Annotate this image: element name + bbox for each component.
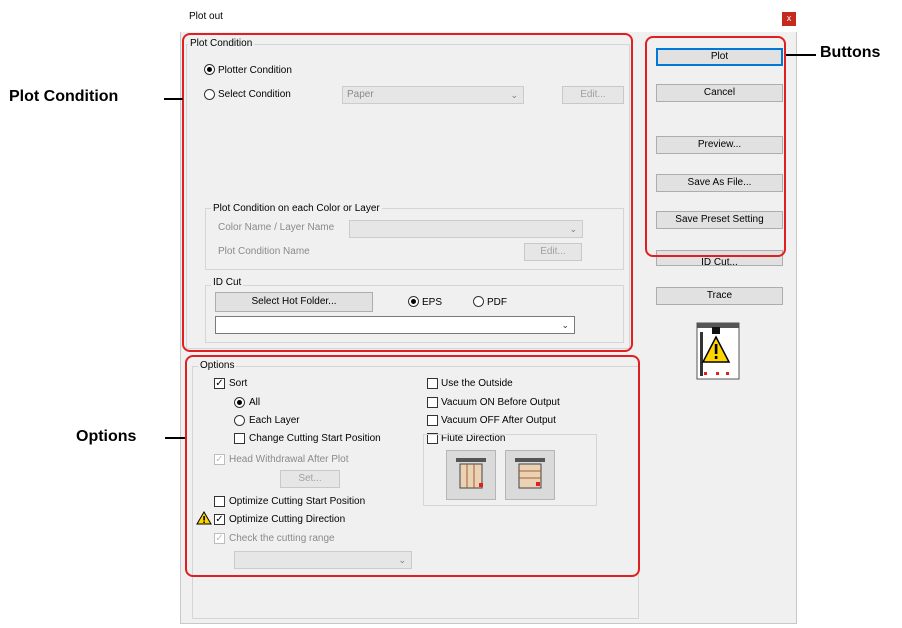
options-highlight [185, 355, 640, 577]
title-bar[interactable] [180, 4, 797, 32]
buttons-callout: Buttons [820, 44, 881, 61]
buttons-highlight [645, 36, 786, 257]
window-title: Plot out [189, 11, 223, 22]
trace-button[interactable]: Trace [656, 287, 783, 305]
options-callout: Options [76, 428, 137, 445]
options-callout-line [165, 437, 185, 439]
close-button[interactable]: x [782, 12, 796, 26]
buttons-callout-line [786, 54, 816, 56]
plot-condition-callout-line [164, 98, 183, 100]
warning-icon [696, 322, 740, 380]
plot-condition-highlight [182, 33, 633, 352]
plot-condition-callout: Plot Condition [9, 88, 119, 105]
